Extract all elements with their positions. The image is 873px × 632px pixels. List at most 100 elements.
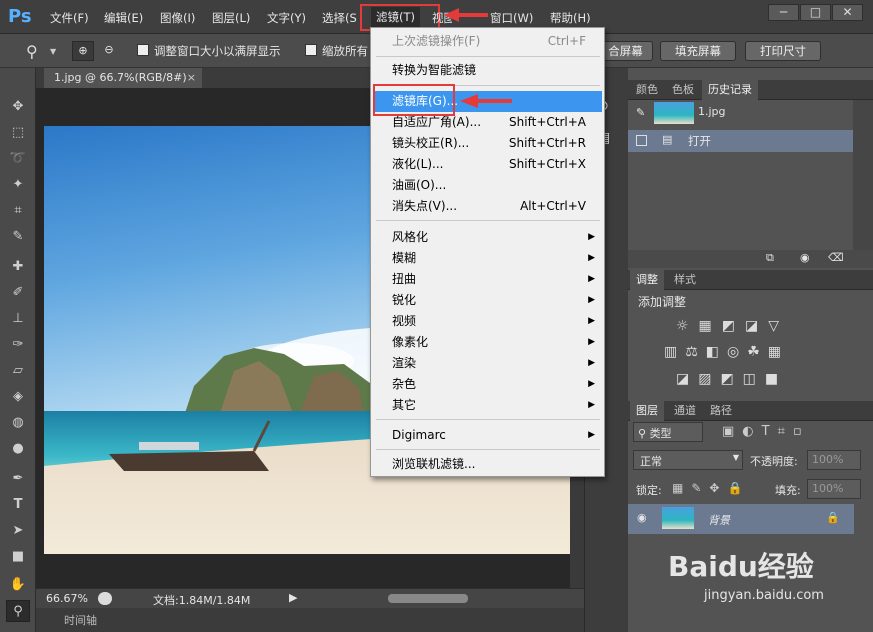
lock-icons[interactable]: ▦✎✥🔒	[672, 481, 750, 495]
menu-item-noise[interactable]: 杂色 ▶	[373, 374, 602, 395]
play-icon[interactable]: ▶	[289, 591, 297, 604]
path-selection-tool-icon[interactable]: ➤	[6, 520, 30, 542]
menu-item-render[interactable]: 渲染 ▶	[373, 353, 602, 374]
healing-brush-tool-icon[interactable]: ✚	[6, 256, 30, 278]
menu-item-video[interactable]: 视频 ▶	[373, 311, 602, 332]
menu-file[interactable]: 文件(F)	[50, 10, 89, 26]
hand-tool-icon[interactable]: ✋	[6, 574, 30, 596]
add-adjustment-title: 添加调整	[638, 295, 687, 309]
dodge-tool-icon[interactable]: ●	[6, 438, 30, 460]
history-checkbox[interactable]	[636, 135, 647, 146]
eye-icon[interactable]: ◉	[637, 511, 647, 524]
timeline-label[interactable]: 时间轴	[64, 612, 97, 628]
paint-bucket-tool-icon[interactable]: ◈	[6, 386, 30, 408]
minimize-button[interactable]: ─	[768, 4, 799, 21]
layers-panel-tabs: 图层 通道 路径	[628, 401, 873, 421]
tab-adjustments[interactable]: 调整	[630, 270, 664, 290]
close-button[interactable]: ✕	[832, 4, 863, 21]
close-tab-icon[interactable]: ×	[187, 68, 196, 88]
tab-swatches[interactable]: 色板	[666, 80, 700, 100]
history-snapshot-row[interactable]: ✎ 1.jpg	[628, 100, 853, 126]
history-entry[interactable]: ▤ 打开	[628, 130, 853, 152]
menu-item-stylize[interactable]: 风格化 ▶	[373, 227, 602, 248]
move-tool-icon[interactable]: ✥	[6, 96, 30, 118]
marquee-tool-icon[interactable]: ⬚	[6, 122, 30, 144]
layer-filter-kind[interactable]: ⚲ 类型	[633, 422, 703, 442]
zoom-all-checkbox[interactable]	[305, 44, 317, 56]
menu-item-blur[interactable]: 模糊 ▶	[373, 248, 602, 269]
annotation-arrow-head-top	[444, 8, 459, 22]
menu-separator	[376, 419, 600, 420]
timeline-bar: 时间轴	[36, 608, 584, 632]
stamp-tool-icon[interactable]: ⊥	[6, 308, 30, 330]
history-scrollbar[interactable]	[853, 100, 873, 250]
tab-layers[interactable]: 图层	[630, 401, 664, 421]
adjustment-icons-row3[interactable]: ◪▨◩◫■	[676, 371, 796, 387]
menu-item-lens-correction[interactable]: 镜头校正(R)... Shift+Ctrl+R	[373, 133, 602, 154]
blur-tool-icon[interactable]: ◍	[6, 412, 30, 434]
print-size-button[interactable]: 打印尺寸	[745, 41, 821, 61]
opacity-input[interactable]: 100%	[807, 450, 861, 470]
camera-icon[interactable]: ◉	[800, 251, 810, 264]
menu-item-distort[interactable]: 扭曲 ▶	[373, 269, 602, 290]
status-bar: 66.67% 文档:1.84M/1.84M ▶	[36, 588, 584, 608]
tab-styles[interactable]: 样式	[668, 270, 702, 290]
menu-select[interactable]: 选择(S	[322, 10, 358, 26]
menu-layer[interactable]: 图层(L)	[212, 10, 250, 26]
menu-item-vanishing-point[interactable]: 消失点(V)... Alt+Ctrl+V	[373, 196, 602, 217]
menu-item-oil-paint[interactable]: 油画(O)...	[373, 175, 602, 196]
menu-item-sharpen[interactable]: 锐化 ▶	[373, 290, 602, 311]
brush-tool-icon[interactable]: ✐	[6, 282, 30, 304]
new-document-icon[interactable]: ⧉	[766, 251, 774, 265]
eraser-tool-icon[interactable]: ▱	[6, 360, 30, 382]
layer-row-background[interactable]: ◉ 背景 🔒	[628, 504, 854, 534]
crop-tool-icon[interactable]: ⌗	[6, 200, 30, 222]
zoom-in-icon[interactable]: ⊕	[72, 41, 94, 61]
resize-windows-label: 调整窗口大小以满屏显示	[154, 44, 281, 58]
submenu-arrow-icon: ▶	[588, 400, 595, 410]
zoom-tool-icon[interactable]: ⚲	[26, 42, 38, 61]
menu-item-pixelate[interactable]: 像素化 ▶	[373, 332, 602, 353]
blend-mode-select[interactable]: 正常 ▼	[633, 450, 743, 470]
eyedropper-tool-icon[interactable]: ✎	[6, 226, 30, 248]
tab-history[interactable]: 历史记录	[702, 80, 758, 100]
resize-windows-checkbox[interactable]	[137, 44, 149, 56]
chevron-down-icon[interactable]: ▼	[50, 47, 56, 56]
menu-edit[interactable]: 编辑(E)	[104, 10, 143, 26]
adjustment-icons-row1[interactable]: ☼▦◩◪▽	[676, 318, 796, 334]
menu-item-convert-smart-filter[interactable]: 转换为智能滤镜	[373, 60, 602, 81]
menu-item-liquify[interactable]: 液化(L)... Shift+Ctrl+X	[373, 154, 602, 175]
horizontal-scrollbar-thumb[interactable]	[388, 594, 468, 603]
fill-input[interactable]: 100%	[807, 479, 861, 499]
type-tool-icon[interactable]: T	[6, 494, 30, 516]
rectangle-tool-icon[interactable]: ■	[6, 546, 30, 568]
share-icon[interactable]	[98, 592, 112, 605]
history-footer: ⧉ ◉ ⌫	[628, 250, 873, 268]
pen-tool-icon[interactable]: ✒	[6, 468, 30, 490]
zoom-tool-icon[interactable]: ⚲	[6, 600, 30, 622]
lasso-tool-icon[interactable]: ➰	[6, 148, 30, 170]
tab-channels[interactable]: 通道	[668, 401, 702, 421]
magic-wand-tool-icon[interactable]: ✦	[6, 174, 30, 196]
menu-separator	[376, 220, 600, 221]
menu-type[interactable]: 文字(Y)	[267, 10, 306, 26]
history-brush-tool-icon[interactable]: ✑	[6, 334, 30, 356]
document-tab[interactable]: 1.jpg @ 66.7%(RGB/8#) ×	[44, 68, 202, 88]
menu-item-digimarc[interactable]: Digimarc ▶	[373, 425, 602, 446]
adjustment-icons-row2[interactable]: ▥⚖◧◎☘▦	[664, 344, 814, 360]
menu-item-other[interactable]: 其它 ▶	[373, 395, 602, 416]
fill-screen-button[interactable]: 填充屏幕	[660, 41, 736, 61]
trash-icon[interactable]: ⌫	[828, 251, 844, 264]
zoom-out-icon[interactable]: ⊖	[98, 41, 120, 61]
menu-help[interactable]: 帮助(H)	[550, 10, 591, 26]
annotation-arrow-shaft-top	[458, 13, 488, 17]
tab-color[interactable]: 颜色	[630, 80, 664, 100]
menu-window[interactable]: 窗口(W)	[490, 10, 533, 26]
zoom-level[interactable]: 66.67%	[46, 592, 88, 605]
fit-screen-button[interactable]: 合屏幕	[598, 41, 653, 61]
layer-filter-icons[interactable]: ▣◐T⌗▫	[722, 424, 810, 439]
menu-item-browse-online-filters[interactable]: 浏览联机滤镜...	[373, 454, 602, 475]
maximize-button[interactable]: □	[800, 4, 831, 21]
tab-paths[interactable]: 路径	[704, 401, 738, 421]
menu-image[interactable]: 图像(I)	[160, 10, 195, 26]
